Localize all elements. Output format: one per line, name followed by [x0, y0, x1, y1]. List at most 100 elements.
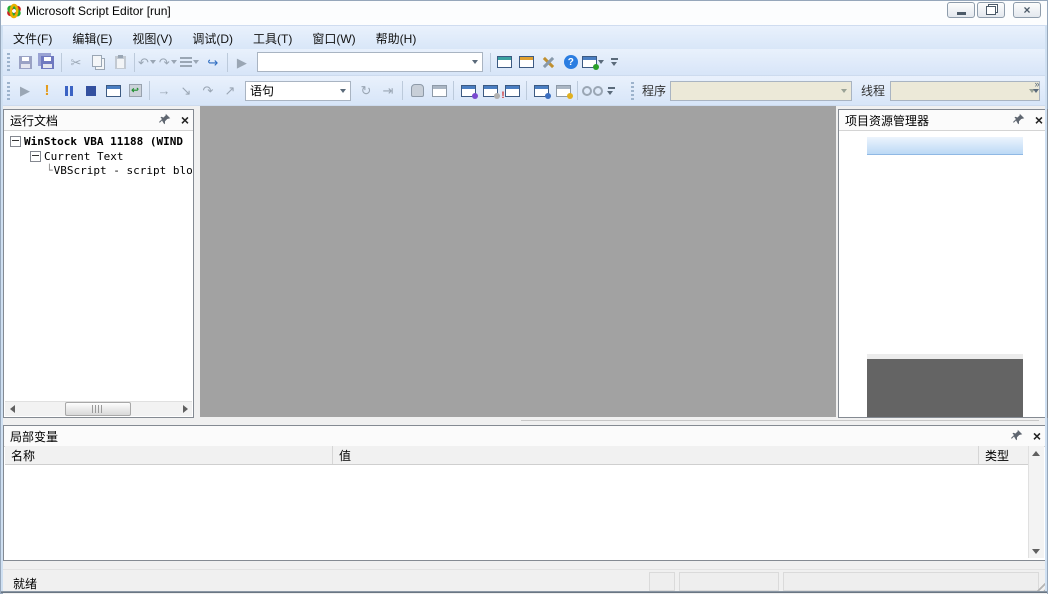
navigate-dropdown-icon[interactable]	[193, 60, 199, 64]
separator	[61, 53, 62, 72]
menu-help[interactable]: 帮助(H)	[366, 27, 427, 50]
collapse-icon[interactable]	[30, 151, 41, 162]
navigate-button[interactable]	[180, 57, 202, 67]
redo-button[interactable]: ↷	[159, 56, 180, 69]
break-all-button[interactable]: !	[36, 80, 58, 102]
find-combobox-arrow-icon[interactable]	[472, 60, 478, 64]
pause-button[interactable]	[58, 80, 80, 102]
column-header-name[interactable]: 名称	[5, 446, 333, 464]
find-combobox[interactable]	[257, 52, 483, 72]
step-unit-combobox-arrow-icon[interactable]	[340, 89, 346, 93]
copy-button[interactable]	[87, 51, 109, 73]
autos-button[interactable]	[581, 80, 603, 102]
restart-button[interactable]: ↩	[124, 80, 146, 102]
scroll-down-button[interactable]	[1029, 544, 1043, 558]
window-edge	[1, 25, 3, 593]
step-unit-combobox[interactable]: 语句	[245, 81, 351, 101]
toolbar-grip[interactable]	[631, 82, 634, 100]
locals-titlebar[interactable]: 局部变量 ×	[4, 426, 1045, 447]
refresh-button[interactable]: ↻	[355, 80, 377, 102]
other-windows-icon	[582, 56, 597, 68]
project-explorer-titlebar[interactable]: 项目资源管理器 ×	[839, 110, 1047, 131]
step-to-cursor-icon: ⇥	[383, 84, 394, 97]
comment-block-button[interactable]: ↪	[202, 51, 224, 73]
toolbox-button[interactable]	[538, 51, 560, 73]
toolbar-options-button[interactable]	[610, 58, 620, 66]
vertical-scrollbar[interactable]	[1028, 446, 1044, 558]
toolbar-grip[interactable]	[7, 53, 10, 71]
tree-row[interactable]: WinStock VBA 11188 (WIND	[10, 134, 183, 149]
breakpoints-button[interactable]: !	[501, 80, 523, 102]
watch-window-button[interactable]	[457, 80, 479, 102]
continue-button[interactable]: ▶	[14, 80, 36, 102]
horizontal-scrollbar[interactable]	[5, 401, 192, 416]
properties-window-button[interactable]	[516, 51, 538, 73]
threads-window-button[interactable]	[552, 80, 574, 102]
running-documents-button[interactable]	[530, 80, 552, 102]
scroll-left-button[interactable]	[5, 402, 19, 415]
paste-button[interactable]	[109, 51, 131, 73]
menu-window[interactable]: 窗口(W)	[302, 27, 365, 50]
help-button[interactable]: ?	[560, 51, 582, 73]
scroll-up-button[interactable]	[1029, 446, 1043, 460]
menu-debug[interactable]: 调试(D)	[182, 27, 243, 50]
toolbox-icon	[541, 55, 556, 70]
undo-button[interactable]: ↶	[138, 56, 159, 69]
status-text: 就绪	[13, 575, 37, 592]
other-windows-button[interactable]	[582, 56, 607, 68]
processes-button[interactable]	[406, 80, 428, 102]
tree-row[interactable]: └ VBScript - script bloc	[46, 163, 193, 178]
locals-title: 局部变量	[10, 428, 58, 445]
locals-header-row: 名称 值 类型	[5, 446, 1029, 465]
step-into-button[interactable]: ↘	[175, 80, 197, 102]
stop-debugging-button[interactable]	[80, 80, 102, 102]
scrollbar-thumb[interactable]	[65, 402, 131, 416]
collapse-icon[interactable]	[10, 136, 21, 147]
panel-close-icon[interactable]: ×	[1035, 113, 1043, 127]
restore-button[interactable]	[977, 2, 1005, 18]
immediate-window-button[interactable]	[428, 80, 450, 102]
panel-close-icon[interactable]: ×	[1033, 429, 1041, 443]
menu-file[interactable]: 文件(F)	[3, 27, 62, 50]
project-explorer-selected-item[interactable]	[867, 137, 1023, 155]
step-out-button[interactable]: ↗	[219, 80, 241, 102]
undo-dropdown-icon[interactable]	[150, 60, 156, 64]
close-button[interactable]: ×	[1013, 2, 1041, 18]
toolbar-overflow-button[interactable]: »	[1032, 80, 1042, 93]
step-over-button[interactable]: ↷	[197, 80, 219, 102]
autohide-pin-icon[interactable]	[159, 113, 171, 128]
step-to-cursor-button[interactable]: ⇥	[377, 80, 399, 102]
cut-button[interactable]: ✂	[65, 51, 87, 73]
tree-row[interactable]: Current Text	[30, 149, 123, 164]
autohide-pin-icon[interactable]	[1011, 429, 1023, 444]
start-button[interactable]: ▶	[231, 51, 253, 73]
copy-icon	[92, 55, 102, 67]
window-edge	[1045, 25, 1047, 593]
show-next-statement-button[interactable]: →	[153, 80, 175, 102]
menu-edit[interactable]: 编辑(E)	[62, 27, 122, 50]
toolbar-options-button[interactable]	[606, 87, 616, 95]
navigate-icon	[180, 57, 192, 67]
toolbar-options-icon	[608, 87, 615, 89]
breakpoint-window-button[interactable]	[102, 80, 124, 102]
minimize-button[interactable]	[947, 2, 975, 18]
autohide-pin-icon[interactable]	[1013, 113, 1025, 128]
scroll-right-button[interactable]	[178, 402, 192, 415]
save-button[interactable]	[14, 51, 36, 73]
menu-view[interactable]: 视图(V)	[122, 27, 182, 50]
running-documents-titlebar[interactable]: 运行文档 ×	[4, 110, 193, 131]
toolbar-grip[interactable]	[7, 82, 10, 100]
redo-dropdown-icon[interactable]	[171, 60, 177, 64]
solution-explorer-button[interactable]	[494, 51, 516, 73]
menu-tools[interactable]: 工具(T)	[243, 27, 302, 50]
breakpoint-mark-icon: !	[502, 91, 505, 100]
splitter-groove[interactable]	[521, 420, 1039, 421]
application-window: Microsoft Script Editor [run] × 文件(F) 编辑…	[0, 0, 1048, 594]
quick-watch-button[interactable]	[479, 80, 501, 102]
other-windows-dropdown-icon[interactable]	[598, 60, 604, 64]
panel-close-icon[interactable]: ×	[181, 113, 189, 127]
column-header-type[interactable]: 类型	[979, 446, 1029, 464]
save-all-button[interactable]	[36, 51, 58, 73]
column-header-value[interactable]: 值	[333, 446, 979, 464]
separator	[402, 81, 403, 100]
